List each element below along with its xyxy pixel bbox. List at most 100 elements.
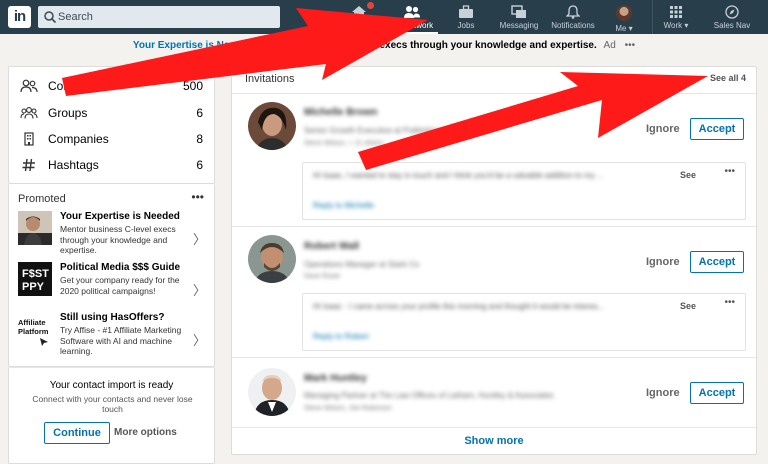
nav-divider [652,0,653,34]
nav-me[interactable]: Me ▾ [608,0,640,34]
profile-photo [248,368,296,416]
hashtag-icon [22,158,35,172]
promoted-title[interactable]: Your Expertise is Needed [60,211,180,222]
stat-count: 6 [196,158,203,172]
search-input[interactable]: Search [38,6,280,28]
see-more-link[interactable]: See [680,301,696,311]
contact-import-subtitle: Connect with your contacts and never los… [32,394,193,414]
stat-label: Hashtags [48,158,99,172]
chevron-right-icon[interactable]: 〉 [193,280,206,299]
message-text: Hi Isaac - I came across your profile th… [313,302,605,311]
svg-text:F$ST: F$ST [22,268,49,280]
avatar[interactable] [248,102,296,150]
invitations-card: Invitations See all 4 Michelle Brown Sen… [231,66,757,455]
building-icon [24,132,34,146]
invitation-headline: Managing Partner at The Law Offices of L… [304,391,554,400]
grid-icon [670,6,682,18]
stat-label: Groups [48,106,88,120]
ad-more-icon[interactable]: ••• [625,40,636,51]
stat-hashtags[interactable]: Hashtags 6 [9,152,214,178]
promoted-title[interactable]: Political Media $$$ Guide [60,262,180,273]
promoted-desc: Get your company ready for the 2020 poli… [60,275,180,296]
affise-logo-icon: Affiliate Platform [18,318,49,346]
nav-sales-nav[interactable]: Sales Nav [706,0,758,34]
invitation-headline: Operations Manager at Stark Co [304,260,420,269]
invitation-row: Robert Wall Operations Manager at Stark … [232,227,756,357]
svg-text:Affiliate: Affiliate [18,318,46,327]
invitation-mutual: Dave Rowe [304,273,341,280]
stat-label: Companies [48,132,109,146]
promoted-item[interactable]: Your Expertise is Needed Mentor business… [18,211,208,255]
messaging-icon [511,5,526,18]
see-more-link[interactable]: See [680,170,696,180]
ignore-button[interactable]: Ignore [646,387,680,399]
nav-messaging[interactable]: Messaging [496,0,542,34]
invitation-row: Mark Huntley Managing Partner at The Law… [232,358,756,428]
nav-jobs-label: Jobs [457,21,475,30]
invitations-heading: Invitations [245,73,295,85]
promoted-card: Promoted ••• Your Expertise is Needed Me… [8,184,215,367]
nav-work[interactable]: Work ▾ [660,0,692,34]
bell-icon [566,5,580,19]
network-stats-card: Connections 500 Groups 6 Companies 8 Has… [8,66,215,184]
see-all-link[interactable]: See all 4 [710,73,746,83]
message-more-icon[interactable]: ••• [724,297,735,308]
invitation-message: Hi Isaac, I wanted to stay in touch and … [302,162,746,220]
promoted-photo [18,211,52,245]
accept-button[interactable]: Accept [690,251,744,273]
nav-my-network[interactable]: My Network [386,0,438,34]
invitation-name[interactable]: Mark Huntley [304,373,367,384]
compass-icon [725,5,739,19]
ad-title[interactable]: Your Expertise is Needed - [133,40,259,51]
avatar[interactable] [248,368,296,416]
search-icon [44,11,57,24]
nav-home[interactable]: Home [342,0,376,34]
people-icon [20,79,38,93]
invitation-message: Hi Isaac - I came across your profile th… [302,293,746,351]
contact-import-title: Your contact import is ready [49,380,174,391]
more-options-link[interactable]: More options [114,427,177,438]
nav-my-network-label: My Network [390,21,434,30]
profile-photo [248,102,296,150]
promoted-item[interactable]: Affiliate Platform Still using HasOffers… [18,312,208,358]
ad-text[interactable]: Mentor business C-level execs through yo… [262,40,597,51]
invitation-name[interactable]: Robert Wall [304,241,359,252]
stat-groups[interactable]: Groups 6 [9,100,214,126]
ignore-button[interactable]: Ignore [646,123,680,135]
invitation-headline: Senior Growth Executive at Publishing [304,126,441,135]
stat-label: Connections [48,79,115,93]
promoted-item[interactable]: F$ST PPY Political Media $$$ Guide Get y… [18,262,208,302]
promoted-more-icon[interactable]: ••• [191,190,204,204]
nav-sales-nav-label: Sales Nav [713,21,751,30]
svg-text:PPY: PPY [22,281,45,293]
contact-import-card: Your contact import is ready Connect wit… [8,367,215,464]
message-more-icon[interactable]: ••• [724,166,735,177]
avatar[interactable] [248,235,296,283]
briefcase-icon [459,5,473,18]
continue-button[interactable]: Continue [44,422,110,444]
chevron-right-icon[interactable]: 〉 [193,229,206,248]
svg-text:Platform: Platform [18,327,49,336]
search-placeholder: Search [58,11,93,23]
ignore-button[interactable]: Ignore [646,256,680,268]
nav-jobs[interactable]: Jobs [450,0,482,34]
show-more-button[interactable]: Show more [232,435,756,447]
reply-link[interactable]: Reply to Robert [313,332,369,341]
stat-count: 8 [196,132,203,146]
nav-home-label: Home [348,21,370,30]
accept-button[interactable]: Accept [690,382,744,404]
chevron-right-icon[interactable]: 〉 [193,330,206,349]
reply-link[interactable]: Reply to Michelle [313,201,374,210]
notification-badge [367,2,374,9]
promoted-title[interactable]: Still using HasOffers? [60,312,164,323]
stat-connections[interactable]: Connections 500 [9,73,214,99]
invitation-name[interactable]: Michelle Brown [304,107,377,118]
nav-notifications[interactable]: Notifications [545,0,601,34]
ad-banner[interactable]: Your Expertise is Needed - Mentor busine… [0,40,768,58]
linkedin-logo[interactable]: in [8,6,31,28]
invitation-row: Michelle Brown Senior Growth Executive a… [232,94,756,226]
accept-button[interactable]: Accept [690,118,744,140]
profile-photo [248,235,296,283]
stat-companies[interactable]: Companies 8 [9,126,214,152]
promoted-desc: Try Affise - #1 Affiliate Marketing Soft… [60,325,182,356]
